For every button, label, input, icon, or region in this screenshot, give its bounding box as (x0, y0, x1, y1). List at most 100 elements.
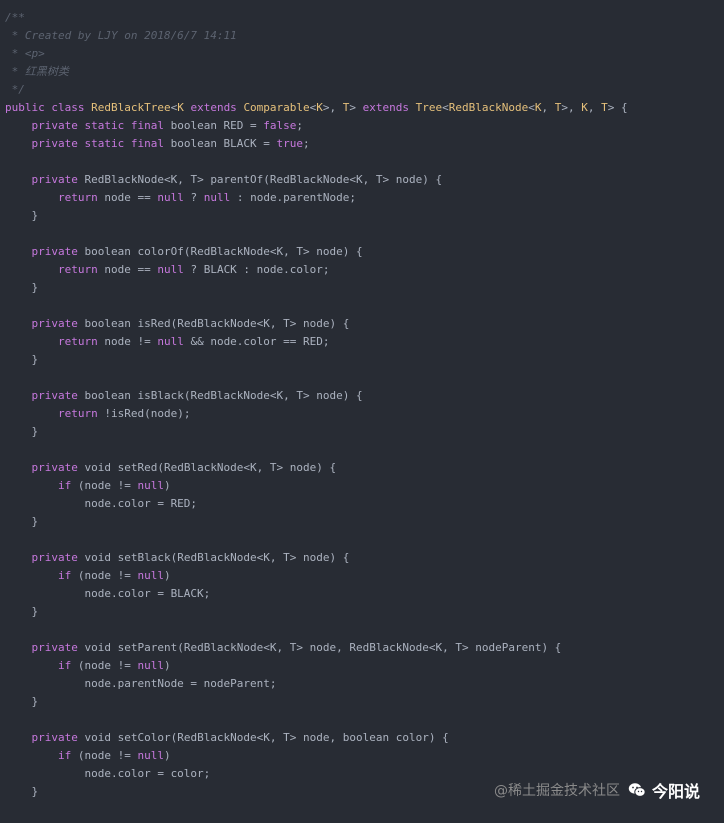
code-line: * 红黑树类 (5, 63, 724, 81)
code-token-type: T (601, 101, 608, 114)
code-token-keyword: return (57, 263, 105, 276)
code-token-comment: * <p> (5, 47, 45, 60)
code-token-keyword: if (57, 749, 78, 762)
code-token-keyword: public class (5, 101, 92, 114)
code-token-keyword: null (157, 191, 184, 204)
code-line: */ (5, 81, 724, 99)
code-token-keyword: null (137, 749, 164, 762)
code-line: private void setBlack(RedBlackNode<K, T>… (5, 549, 724, 567)
code-token-plain: void setParent(RedBlackNode<K, T> node, … (84, 641, 562, 654)
code-token-plain: } (5, 281, 39, 294)
code-token-plain: , (587, 101, 602, 114)
code-token-keyword: extends (183, 101, 244, 114)
code-line: public class RedBlackTree<K extends Comp… (5, 99, 724, 117)
code-token-plain: boolean BLACK = (170, 137, 277, 150)
code-token-keyword: null (137, 659, 164, 672)
code-line: } (5, 207, 724, 225)
code-token-comment: /** (5, 11, 25, 24)
code-token-plain: (node != (77, 479, 138, 492)
code-token-plain: } (5, 425, 39, 438)
code-line: private void setColor(RedBlackNode<K, T>… (5, 729, 724, 747)
code-token-plain: } (5, 515, 39, 528)
code-token-keyword: private (31, 461, 85, 474)
code-token-plain: node.color = RED; (5, 497, 198, 510)
code-token-plain: < (442, 101, 449, 114)
code-token-plain: boolean RED = (170, 119, 264, 132)
code-token-plain: node != (104, 335, 158, 348)
code-token-keyword: false (263, 119, 297, 132)
wechat-icon (628, 781, 646, 799)
code-line: private boolean colorOf(RedBlackNode<K, … (5, 243, 724, 261)
code-line: node.color = RED; (5, 495, 724, 513)
code-token-type: K (581, 101, 588, 114)
code-line: node.color = BLACK; (5, 585, 724, 603)
code-editor: /** * Created by LJY on 2018/6/7 14:11 *… (0, 0, 724, 801)
code-line: private static final boolean BLACK = tru… (5, 135, 724, 153)
code-line: if (node != null) (5, 747, 724, 765)
watermark-source-text: @稀土掘金技术社区 (493, 783, 620, 799)
code-line: * <p> (5, 45, 724, 63)
code-token-keyword: private static final (31, 137, 171, 150)
code-token-plain: ) (163, 659, 171, 672)
code-line: private boolean isBlack(RedBlackNode<K, … (5, 387, 724, 405)
code-line: private static final boolean RED = false… (5, 117, 724, 135)
code-token-plain: ; (296, 119, 304, 132)
code-token-plain: > { (607, 101, 628, 114)
code-token-keyword: private (31, 317, 85, 330)
code-token-comment: */ (5, 83, 25, 96)
code-line: return node == null ? BLACK : node.color… (5, 261, 724, 279)
code-token-keyword: null (137, 479, 164, 492)
code-token-type: K (534, 101, 542, 114)
code-token-plain: ) (163, 569, 171, 582)
code-line: return node == null ? null : node.parent… (5, 189, 724, 207)
code-token-keyword: if (57, 569, 78, 582)
code-token-plain: (node != (77, 749, 138, 762)
code-token-keyword: true (276, 137, 304, 150)
code-token-type: RedBlackTree (91, 101, 171, 114)
code-token-keyword: extends (362, 101, 416, 114)
code-token-keyword: return (57, 407, 105, 420)
code-token-plain: : node.parentNode; (230, 191, 357, 204)
code-token-keyword: private (31, 389, 85, 402)
code-line: if (node != null) (5, 657, 724, 675)
code-token-plain: } (5, 785, 39, 798)
code-line: node.parentNode = nodeParent; (5, 675, 724, 693)
code-line: } (5, 423, 724, 441)
watermark: @稀土掘金技术社区 今阳说 (494, 779, 700, 801)
code-token-plain: RedBlackNode<K, T> parentOf(RedBlackNode… (84, 173, 443, 186)
code-token-plain: void setRed(RedBlackNode<K, T> node) { (84, 461, 337, 474)
code-token-keyword: if (57, 479, 78, 492)
code-token-plain: ) (163, 749, 171, 762)
code-line: return !isRed(node); (5, 405, 724, 423)
code-line: if (node != null) (5, 567, 724, 585)
code-token-plain: } (5, 353, 39, 366)
code-token-plain: node.color = color; (5, 767, 211, 780)
code-line: } (5, 693, 724, 711)
code-line: } (5, 351, 724, 369)
code-token-type: K (177, 101, 184, 114)
code-token-plain: boolean isRed(RedBlackNode<K, T> node) { (84, 317, 350, 330)
code-token-keyword: private static final (31, 119, 171, 132)
code-token-plain: ) (163, 479, 171, 492)
code-line: private RedBlackNode<K, T> parentOf(RedB… (5, 171, 724, 189)
code-line: /** (5, 9, 724, 27)
code-token-plain: ; (303, 137, 310, 150)
code-token-plain: (node != (77, 659, 138, 672)
code-token-comment: * 红黑树类 (5, 65, 69, 78)
code-token-plain: (node != (77, 569, 138, 582)
